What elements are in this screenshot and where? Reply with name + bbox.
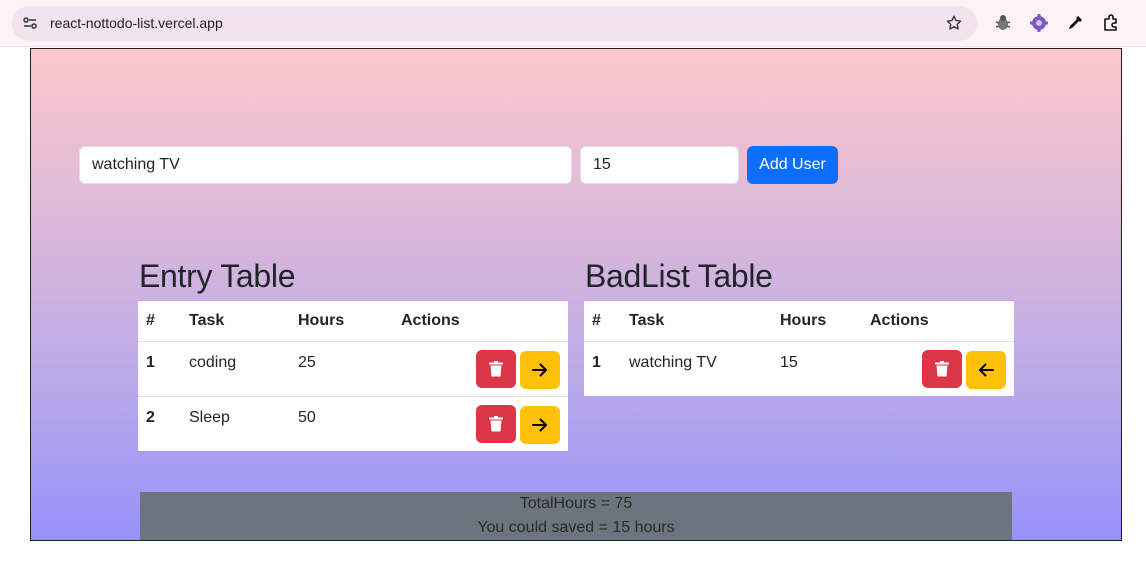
column-header-number: #: [584, 301, 621, 342]
row-number: 1: [592, 353, 601, 371]
table-row: 1 watching TV 15: [584, 341, 1014, 396]
add-user-button[interactable]: Add User: [747, 146, 838, 184]
saved-hours-text: You could saved = 15 hours: [477, 519, 675, 536]
row-task: Sleep: [189, 408, 230, 426]
table-row: 2 Sleep 50: [138, 396, 568, 451]
row-hours: 25: [290, 341, 393, 397]
column-header-hours: Hours: [290, 301, 393, 342]
row-number: 2: [146, 408, 155, 426]
trash-icon: [489, 415, 503, 431]
table-header-row: # Task Hours Actions: [138, 301, 568, 342]
totals-panel: TotalHours = 75 You could saved = 15 hou…: [140, 492, 1012, 540]
entry-table: # Task Hours Actions 1 coding 25 2 Sleep…: [138, 301, 568, 451]
gear-extension-icon[interactable]: [1029, 13, 1049, 33]
arrow-right-icon: [532, 418, 547, 431]
task-input[interactable]: [79, 146, 572, 184]
column-header-number: #: [138, 301, 181, 342]
column-header-actions: Actions: [862, 301, 1014, 342]
row-task: watching TV: [629, 353, 717, 371]
delete-button[interactable]: [476, 404, 516, 443]
delete-button[interactable]: [476, 349, 516, 388]
column-header-task: Task: [181, 301, 290, 342]
column-header-hours: Hours: [772, 301, 862, 342]
arrow-left-icon: [979, 363, 994, 376]
column-header-actions: Actions: [393, 301, 568, 342]
page-viewport: Add User Entry Table # Task Hours Action…: [30, 48, 1122, 541]
move-to-bad-button[interactable]: [520, 350, 560, 389]
entry-table-title: Entry Table: [139, 258, 296, 294]
row-actions: [862, 341, 1014, 396]
table-header-row: # Task Hours Actions: [584, 301, 1014, 342]
extensions-puzzle-icon[interactable]: [1101, 13, 1121, 33]
bug-extension-icon[interactable]: [993, 13, 1013, 33]
badlist-table-title: BadList Table: [585, 258, 773, 294]
arrow-right-icon: [532, 363, 547, 376]
url-text[interactable]: react-nottodo-list.vercel.app: [50, 15, 223, 31]
row-actions: [393, 396, 568, 451]
total-hours-text: TotalHours = 75: [519, 495, 633, 512]
trash-icon: [489, 360, 503, 376]
badlist-table: # Task Hours Actions 1 watching TV 15: [584, 301, 1014, 396]
address-bar[interactable]: react-nottodo-list.vercel.app: [12, 6, 977, 41]
column-header-task: Task: [621, 301, 772, 342]
row-number: 1: [138, 341, 181, 397]
bookmark-star-icon[interactable]: [945, 14, 963, 32]
move-to-bad-button[interactable]: [520, 405, 560, 444]
row-task: coding: [181, 341, 290, 397]
site-info-icon[interactable]: [22, 15, 38, 31]
trash-icon: [935, 360, 949, 376]
delete-button[interactable]: [922, 349, 962, 388]
move-to-entry-button[interactable]: [966, 350, 1006, 389]
row-hours: 50: [298, 408, 316, 426]
eyedropper-icon[interactable]: [1065, 13, 1085, 33]
row-hours: 15: [780, 353, 798, 371]
browser-toolbar: react-nottodo-list.vercel.app: [0, 0, 1146, 47]
table-row: 1 coding 25: [138, 341, 568, 397]
row-actions: [393, 341, 568, 397]
hours-input[interactable]: [580, 146, 739, 184]
